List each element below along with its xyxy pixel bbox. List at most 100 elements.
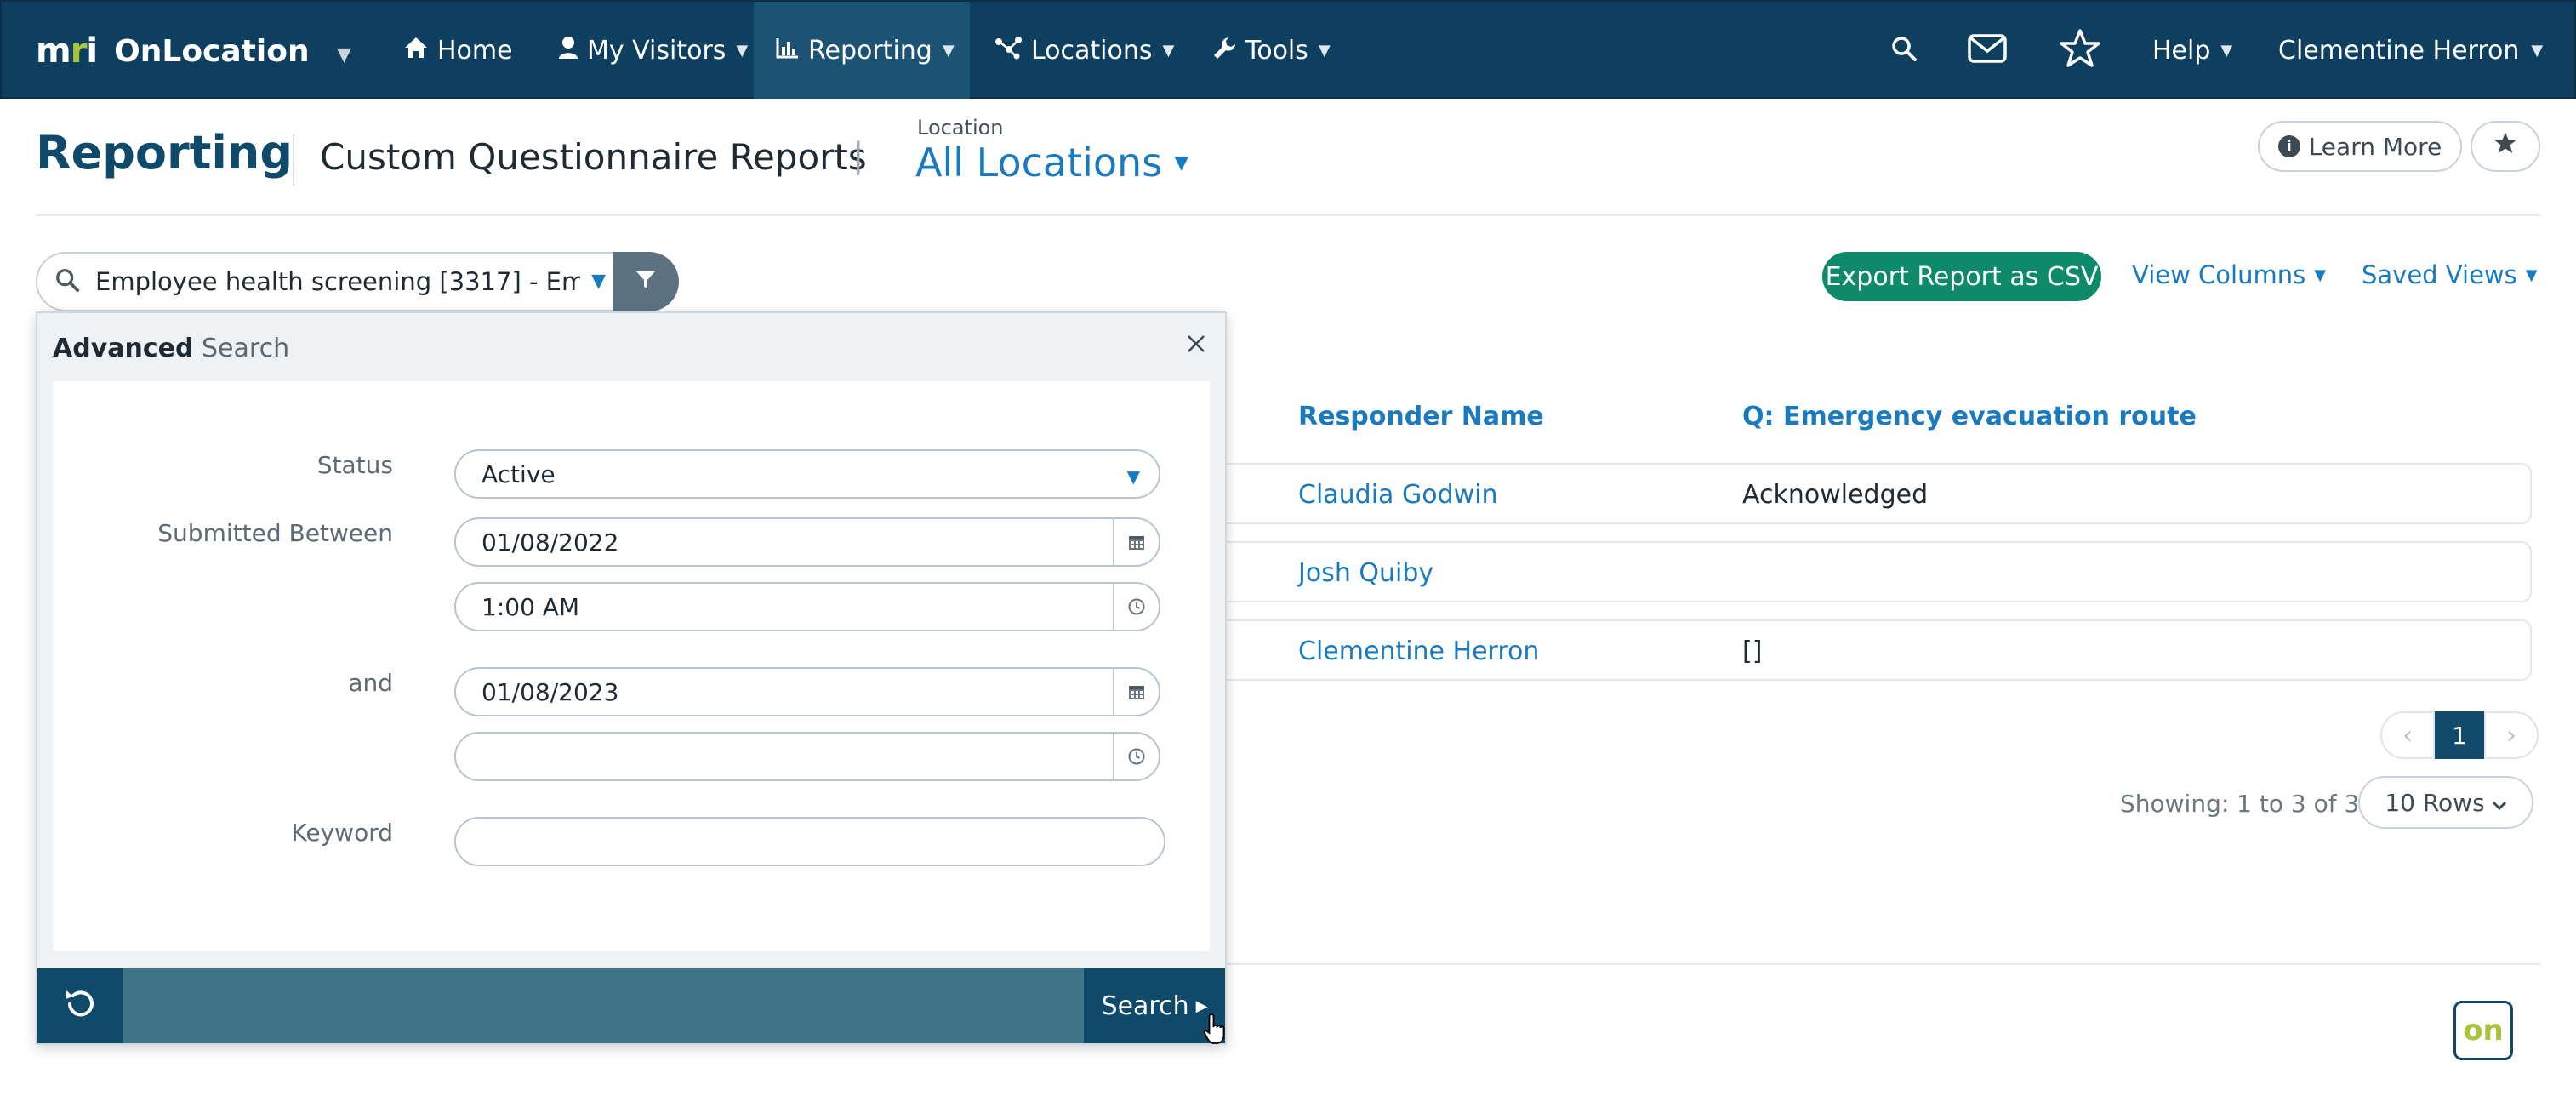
pagination: ‹ 1 › <box>2380 711 2539 759</box>
table-row: Josh Quiby <box>1208 541 2532 602</box>
table-row: Claudia Godwin Acknowledged <box>1208 463 2532 524</box>
network-icon <box>994 36 1023 66</box>
favorite-page-button[interactable] <box>2471 121 2540 172</box>
reset-button[interactable] <box>37 968 123 1043</box>
showing-count: Showing: 1 to 3 of 3 <box>2120 790 2360 818</box>
chevron-down-icon: ▼ <box>1318 41 1331 60</box>
mri-logo: mri <box>36 31 98 71</box>
next-page-button[interactable]: › <box>2484 711 2539 759</box>
responder-name-link[interactable]: Josh Quiby <box>1298 558 1433 588</box>
advanced-filter-button[interactable] <box>613 252 679 311</box>
column-header-question[interactable]: Q: Emergency evacuation route <box>1742 402 2197 431</box>
page-subtitle: Custom Questionnaire Reports <box>320 136 867 178</box>
from-time-value: 1:00 AM <box>482 592 580 621</box>
previous-page-button[interactable]: ‹ <box>2380 711 2435 759</box>
clock-icon[interactable] <box>1113 584 1159 630</box>
nav-tools-label: Tools <box>1245 35 1308 66</box>
top-nav-bar: mri OnLocation ▼ Home My Visitors ▼ Repo… <box>0 0 2576 99</box>
report-search-select[interactable]: Employee health screening [3317] - Emplo… <box>36 252 618 311</box>
location-selector[interactable]: All Locations ▼ <box>915 140 1188 186</box>
table-row: Clementine Herron [] <box>1208 619 2532 681</box>
nav-locations-label: Locations <box>1031 35 1153 66</box>
app-switcher-chevron-down-icon[interactable]: ▼ <box>337 44 351 66</box>
chevron-down-icon: ▼ <box>2220 41 2233 60</box>
search-button-label: Search <box>1101 990 1189 1021</box>
from-date-input[interactable]: 01/08/2022 <box>454 517 1160 567</box>
responder-name-link[interactable]: Clementine Herron <box>1298 636 1539 666</box>
chevron-down-icon: ▼ <box>736 41 749 60</box>
column-header-responder-name[interactable]: Responder Name <box>1298 402 1544 431</box>
home-icon <box>403 36 429 66</box>
chevron-down-icon: ▼ <box>2525 265 2538 284</box>
header-rule <box>36 214 2540 216</box>
answer-cell: Acknowledged <box>1742 480 1929 510</box>
chart-icon <box>776 37 800 65</box>
rows-per-page-dropdown[interactable]: 10 Rows <box>2358 776 2533 829</box>
nav-help-label: Help <box>2152 35 2211 66</box>
chevron-left-icon: ‹ <box>2402 720 2413 751</box>
to-date-input[interactable]: 01/08/2023 <box>454 667 1160 716</box>
nav-messages-button[interactable] <box>1967 2 2008 99</box>
learn-more-button[interactable]: i Learn More <box>2258 121 2462 172</box>
nav-home[interactable]: Home <box>381 2 535 99</box>
nav-tools[interactable]: Tools ▼ <box>1189 2 1353 99</box>
nav-my-visitors[interactable]: My Visitors ▼ <box>536 2 770 99</box>
nav-home-label: Home <box>437 35 513 66</box>
view-columns-dropdown[interactable]: View Columns ▼ <box>2132 260 2326 289</box>
filter-icon <box>635 269 657 294</box>
export-csv-button[interactable]: Export Report as CSV <box>1822 252 2101 301</box>
close-advanced-search-button[interactable] <box>1181 330 1211 361</box>
page-number-button[interactable]: 1 <box>2435 711 2484 759</box>
clock-icon[interactable] <box>1113 734 1159 779</box>
chevron-down-icon: ▼ <box>1126 466 1140 487</box>
location-label: Location <box>917 116 1004 140</box>
status-select[interactable]: Active ▼ <box>454 449 1160 499</box>
keyword-input[interactable] <box>454 817 1165 866</box>
nav-reporting-label: Reporting <box>808 35 932 66</box>
nav-search-button[interactable] <box>1890 2 1918 99</box>
onlocation-footer-logo: on <box>2453 1001 2513 1060</box>
search-icon <box>1890 35 1918 66</box>
advanced-search-title-bold: Advanced <box>53 334 194 363</box>
saved-views-label: Saved Views <box>2362 260 2517 289</box>
advanced-search-footer: Search ▶ <box>37 968 1225 1043</box>
envelope-icon <box>1967 33 2008 67</box>
nav-reporting[interactable]: Reporting ▼ <box>754 2 970 99</box>
status-value: Active <box>482 460 556 488</box>
star-icon <box>2493 130 2518 163</box>
submitted-between-label: Submitted Between <box>157 519 393 547</box>
nav-favorites-button[interactable] <box>2059 2 2101 99</box>
chevron-down-icon: ▼ <box>2314 265 2327 284</box>
and-label: and <box>348 669 393 697</box>
nav-locations[interactable]: Locations ▼ <box>972 2 1196 99</box>
chevron-down-icon: ▼ <box>942 41 955 60</box>
brand-logo[interactable]: mri OnLocation <box>36 27 310 75</box>
chevron-right-icon: › <box>2506 720 2516 751</box>
responder-name-link[interactable]: Claudia Godwin <box>1298 480 1498 510</box>
advanced-search-title: Advanced Search <box>53 334 289 363</box>
star-outline-icon <box>2059 28 2101 72</box>
from-time-input[interactable]: 1:00 AM <box>454 582 1160 631</box>
calendar-icon[interactable] <box>1113 669 1159 715</box>
from-date-value: 01/08/2022 <box>482 528 619 557</box>
saved-views-dropdown[interactable]: Saved Views ▼ <box>2362 260 2538 289</box>
page-title: Reporting <box>36 126 294 180</box>
advanced-search-panel: Advanced Search Status Active ▼ Submitte… <box>36 311 1227 1045</box>
rows-per-page-label: 10 Rows <box>2385 788 2485 817</box>
chevron-down-icon: ▼ <box>2531 41 2544 60</box>
nav-help[interactable]: Help ▼ <box>2152 2 2232 99</box>
to-time-input[interactable] <box>454 732 1160 781</box>
report-search-value: Employee health screening [3317] - Emplo… <box>95 267 580 296</box>
user-menu[interactable]: Clementine Herron ▼ <box>2278 2 2543 99</box>
undo-icon <box>61 985 99 1026</box>
to-date-value: 01/08/2023 <box>482 677 619 706</box>
advanced-search-form: Status Active ▼ Submitted Between 01/08/… <box>53 381 1210 951</box>
wrench-icon <box>1211 35 1237 66</box>
advanced-search-title-rest: Search <box>202 334 290 363</box>
calendar-icon[interactable] <box>1113 519 1159 565</box>
search-icon <box>54 267 80 296</box>
answer-cell: [] <box>1742 636 1763 666</box>
chevron-down-icon: ▼ <box>1162 41 1175 60</box>
header-divider <box>293 134 294 186</box>
view-columns-label: View Columns <box>2132 260 2306 289</box>
